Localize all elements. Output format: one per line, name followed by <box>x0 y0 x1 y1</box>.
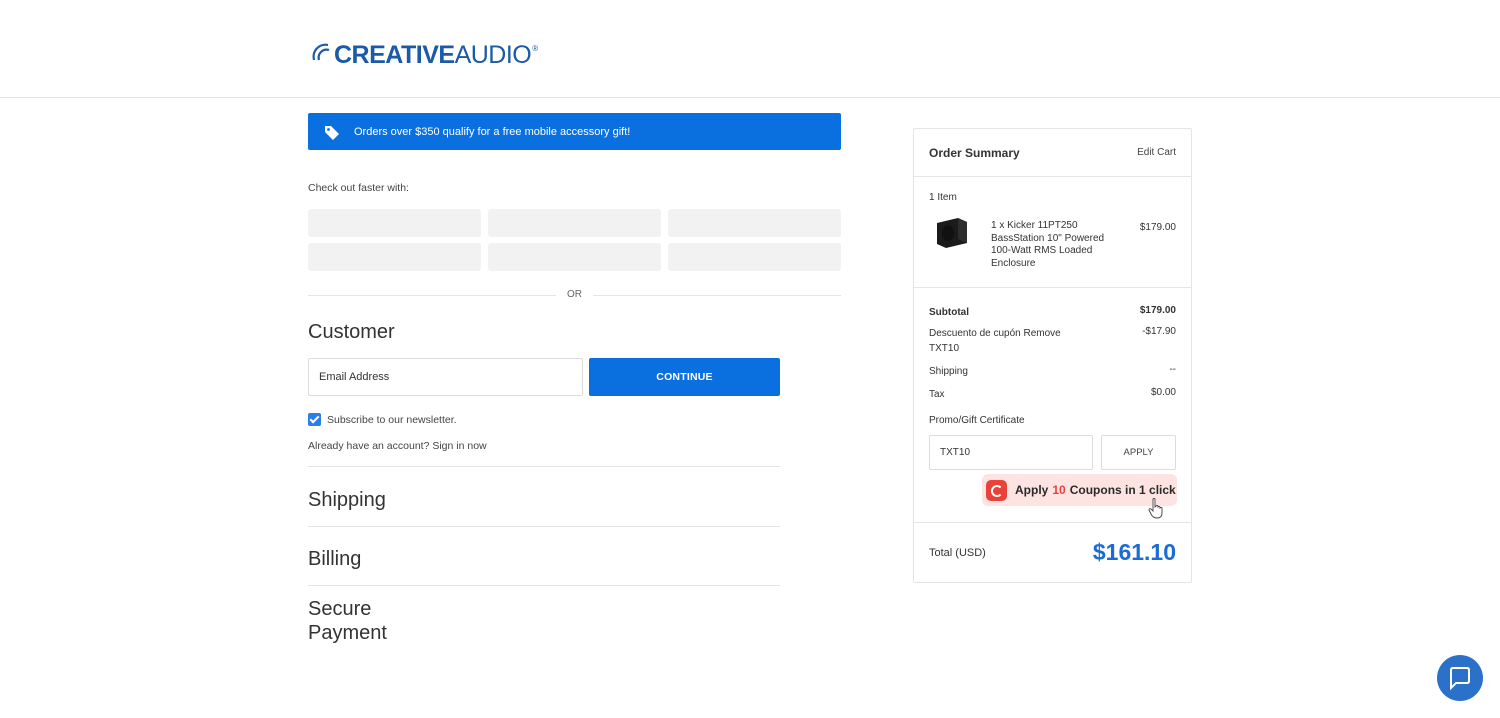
wallet-buttons <box>308 209 841 271</box>
promo-label: Promo/Gift Certificate <box>929 415 1025 426</box>
edit-cart-link[interactable]: Edit Cart <box>1137 147 1176 158</box>
shipping-row: Shipping -- <box>929 364 1176 377</box>
chat-button[interactable] <box>1437 655 1483 701</box>
product-image <box>937 218 967 248</box>
secure-payment-title: Secure Payment <box>308 598 387 644</box>
or-divider: OR <box>308 289 841 303</box>
tag-icon <box>325 125 339 140</box>
billing-title: Billing <box>308 548 362 570</box>
promo-code-input[interactable]: TXT10 <box>929 435 1093 470</box>
tax-row: Tax $0.00 <box>929 387 1176 400</box>
brand-name: CREATIVEAUDIO <box>334 40 532 69</box>
promo-banner: Orders over $350 qualify for a free mobi… <box>308 113 841 150</box>
logo-arc-icon <box>312 43 330 61</box>
coupon-extension-icon <box>986 479 1007 501</box>
signin-link[interactable]: Already have an account? Sign in now <box>308 440 487 452</box>
registered-mark: ® <box>532 44 539 53</box>
items-count: 1 Item <box>929 192 957 203</box>
shipping-title: Shipping <box>308 489 386 511</box>
subscribe-checkbox[interactable] <box>308 413 321 426</box>
wallet-button[interactable] <box>668 243 841 271</box>
divider <box>308 526 780 527</box>
order-summary: Order Summary Edit Cart 1 Item 1 x Kicke… <box>913 128 1192 583</box>
order-summary-header: Order Summary Edit Cart <box>914 129 1191 177</box>
wallet-button[interactable] <box>668 209 841 237</box>
site-header: CREATIVEAUDIO ® <box>0 0 1500 98</box>
total-label: Total (USD) <box>929 547 986 559</box>
email-input[interactable]: Email Address <box>308 358 583 396</box>
chat-icon <box>1450 667 1470 691</box>
discount-row: Descuento de cupón Remove TXT10 -$17.90 <box>929 326 1176 354</box>
hand-pointer-icon <box>1148 498 1163 519</box>
total-value: $161.10 <box>1092 539 1176 565</box>
promo-banner-text: Orders over $350 qualify for a free mobi… <box>354 125 631 138</box>
divider <box>308 466 780 467</box>
product-name: 1 x Kicker 11PT250 BassStation 10" Power… <box>991 220 1105 269</box>
wallet-button[interactable] <box>488 209 661 237</box>
subscribe-label: Subscribe to our newsletter. <box>327 413 457 426</box>
wallet-button[interactable] <box>488 243 661 271</box>
wallet-button[interactable] <box>308 243 481 271</box>
order-summary-title: Order Summary <box>929 145 1020 160</box>
wallet-button[interactable] <box>308 209 481 237</box>
product-price: $179.00 <box>1139 222 1176 233</box>
continue-button[interactable]: CONTINUE <box>589 358 780 396</box>
customer-title: Customer <box>308 321 395 343</box>
apply-button[interactable]: APPLY <box>1101 435 1176 470</box>
brand-logo[interactable]: CREATIVEAUDIO ® <box>310 38 538 72</box>
subscribe-newsletter[interactable]: Subscribe to our newsletter. <box>308 413 457 426</box>
divider <box>308 585 780 586</box>
checkout-faster-label: Check out faster with: <box>308 182 409 194</box>
or-text: OR <box>567 289 582 300</box>
subtotal-row: Subtotal $179.00 <box>929 305 1176 318</box>
